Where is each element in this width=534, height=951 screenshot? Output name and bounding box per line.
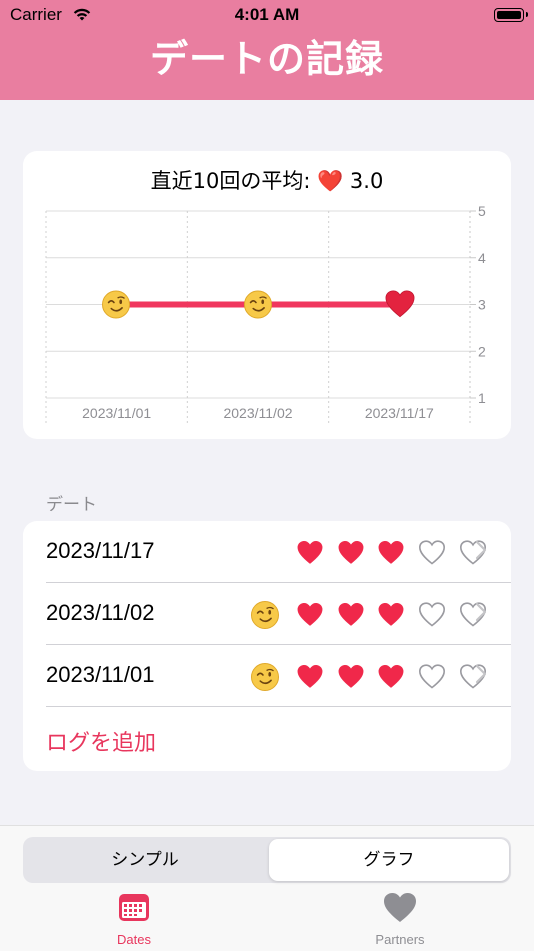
heart-filled-icon[interactable] bbox=[338, 540, 364, 564]
chevron-right-icon bbox=[475, 540, 487, 560]
calendar-icon bbox=[119, 894, 149, 921]
chart-plot: 5 4 3 2 1 2023/11/01 2023/11/02 2023/11/17 bbox=[45, 203, 486, 423]
x-tick-label: 2023/11/17 bbox=[365, 405, 434, 421]
wink-emoji-icon bbox=[251, 663, 279, 691]
wink-emoji-icon bbox=[251, 601, 279, 629]
heart-filled-icon[interactable] bbox=[338, 664, 364, 688]
status-bar: Carrier 4:01 AM bbox=[0, 5, 534, 27]
clock-label: 4:01 AM bbox=[234, 5, 300, 24]
heart-filled-icon[interactable] bbox=[378, 540, 404, 564]
view-mode-segmented-control: シンプル グラフ bbox=[23, 837, 511, 883]
heart-filled-icon[interactable] bbox=[378, 602, 404, 626]
date-row[interactable]: 2023/11/02 bbox=[23, 583, 511, 645]
heart-filled-icon[interactable] bbox=[297, 540, 323, 564]
segment-simple[interactable]: シンプル bbox=[25, 839, 265, 881]
heart-icon bbox=[384, 893, 416, 922]
heart-filled-icon[interactable] bbox=[297, 602, 323, 626]
average-chart-card: 直近10回の平均: ❤️ 3.0 5 4 3 2 1 2023/11/01 2023/11/… bbox=[23, 151, 511, 439]
battery-icon bbox=[494, 8, 528, 22]
data-point-heart-icon bbox=[385, 290, 415, 318]
heart-filled-icon[interactable] bbox=[378, 664, 404, 688]
chevron-right-icon bbox=[475, 664, 487, 684]
date-row[interactable]: 2023/11/17 bbox=[23, 521, 511, 583]
y-tick-label: 5 bbox=[478, 203, 486, 219]
heart-filled-icon[interactable] bbox=[297, 664, 323, 688]
tab-label: Partners bbox=[375, 932, 425, 947]
heart-outline-icon[interactable] bbox=[419, 540, 445, 565]
section-label-dates: デート bbox=[46, 495, 97, 515]
navigation-header: Carrier 4:01 AM デートの記録 bbox=[0, 0, 534, 100]
segment-graph[interactable]: グラフ bbox=[269, 839, 509, 881]
date-label: 2023/11/02 bbox=[46, 600, 155, 625]
x-tick-label: 2023/11/01 bbox=[82, 405, 151, 421]
bottom-bar: シンプル グラフ Dates Partners bbox=[0, 825, 534, 951]
data-point-wink-icon bbox=[102, 290, 130, 319]
date-label: 2023/11/17 bbox=[46, 538, 155, 563]
date-label: 2023/11/01 bbox=[46, 662, 155, 687]
heart-filled-icon[interactable] bbox=[338, 602, 364, 626]
date-list: 2023/11/17 2023/11/02 2023/11/01 ログを追加 bbox=[23, 521, 511, 771]
tab-label: Dates bbox=[117, 932, 151, 947]
y-tick-label: 3 bbox=[478, 297, 486, 313]
y-tick-label: 2 bbox=[478, 343, 486, 359]
heart-outline-icon[interactable] bbox=[419, 664, 445, 689]
page-title: デートの記録 bbox=[149, 37, 384, 81]
chevron-right-icon bbox=[475, 602, 487, 622]
heart-outline-icon[interactable] bbox=[419, 602, 445, 627]
y-tick-label: 1 bbox=[478, 390, 486, 406]
x-tick-label: 2023/11/02 bbox=[223, 405, 292, 421]
data-point-wink-icon bbox=[244, 290, 272, 319]
add-log-button[interactable]: ログを追加 bbox=[46, 725, 156, 757]
y-tick-label: 4 bbox=[478, 250, 486, 266]
date-row[interactable]: 2023/11/01 bbox=[23, 645, 511, 707]
